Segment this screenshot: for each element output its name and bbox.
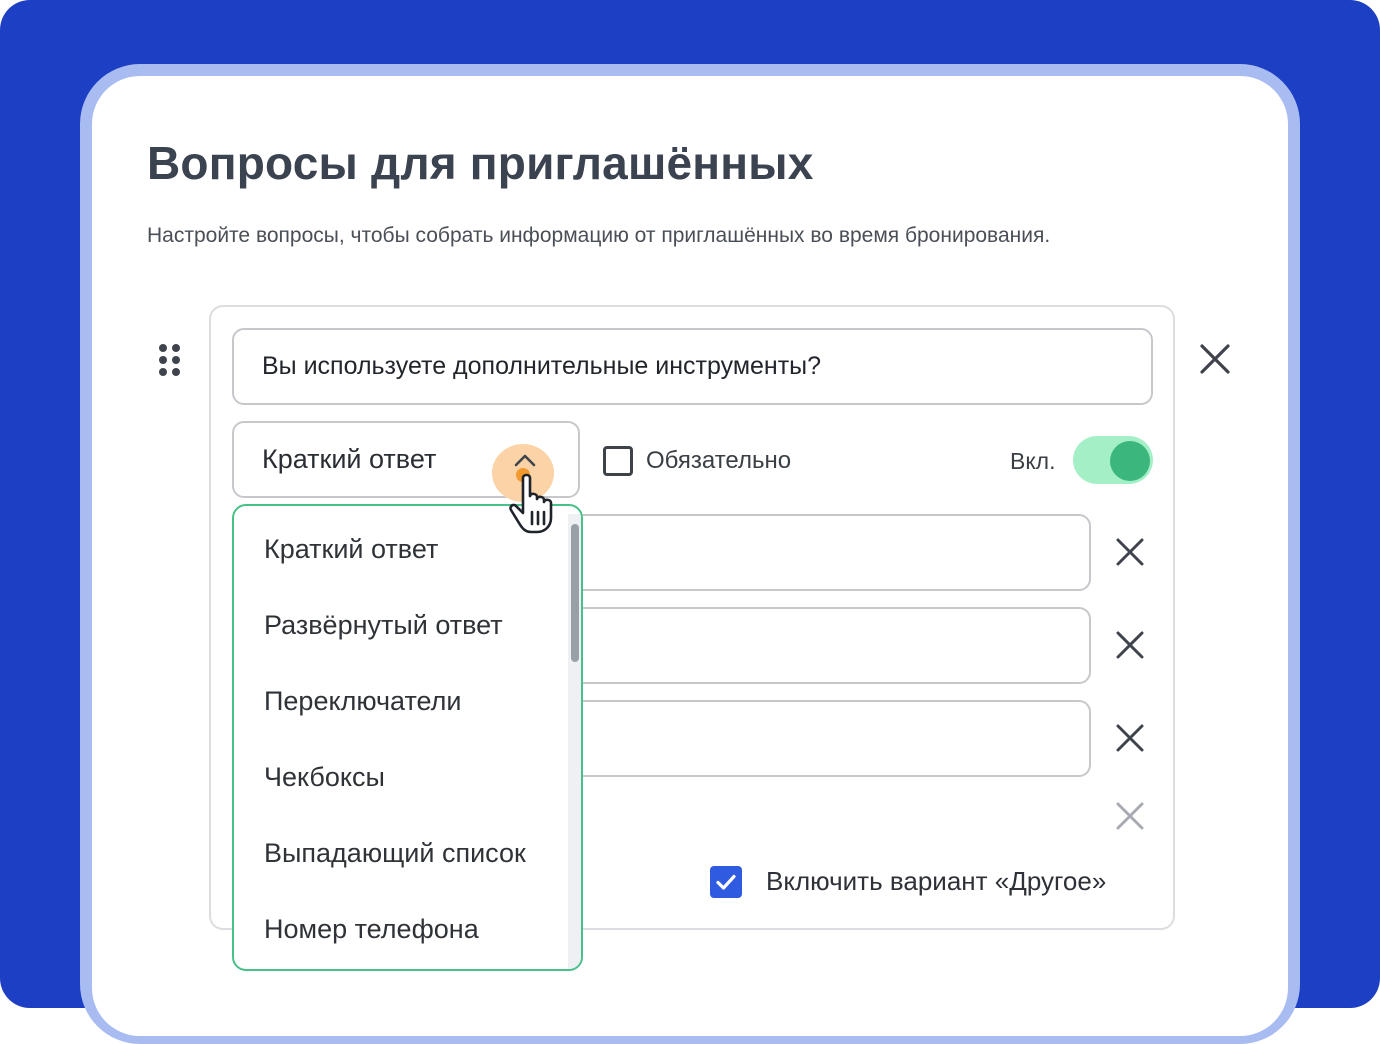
remove-option-3-close-icon[interactable] — [1115, 723, 1145, 753]
dropdown-scrollbar-thumb[interactable] — [571, 524, 579, 662]
page-title: Вопросы для приглашённых — [147, 137, 814, 189]
option-input-2[interactable] — [560, 607, 1091, 684]
dropdown-item[interactable]: Переключатели — [264, 686, 462, 717]
include-other-label: Включить вариант «Другое» — [766, 866, 1107, 896]
required-label: Обязательно — [646, 447, 792, 474]
option-input-1[interactable] — [560, 514, 1091, 591]
chevron-up-icon[interactable] — [513, 452, 537, 468]
checkmark-icon — [716, 874, 736, 890]
dropdown-item[interactable]: Выпадающий список — [264, 838, 526, 869]
dropdown-item[interactable]: Развёрнутый ответ — [264, 610, 503, 641]
remove-option-disabled-close-icon[interactable] — [1115, 801, 1145, 831]
option-input-3[interactable] — [560, 700, 1091, 777]
toggle-knob — [1110, 441, 1150, 481]
remove-option-1-close-icon[interactable] — [1115, 537, 1145, 567]
drag-handle-icon[interactable] — [158, 343, 182, 377]
dropdown-item[interactable]: Чекбоксы — [264, 762, 385, 793]
answer-type-dropdown: Краткий ответ Развёрнутый ответ Переключ… — [232, 504, 583, 971]
answer-type-selected-label: Краткий ответ — [262, 444, 437, 474]
page-subtitle: Настройте вопросы, чтобы собрать информа… — [147, 224, 1051, 247]
delete-question-close-icon[interactable] — [1198, 342, 1232, 376]
dropdown-item[interactable]: Номер телефона — [264, 914, 479, 945]
dropdown-item[interactable]: Краткий ответ — [264, 534, 438, 565]
remove-option-2-close-icon[interactable] — [1115, 630, 1145, 660]
required-checkbox[interactable] — [603, 446, 633, 476]
hand-pointer-icon — [509, 473, 553, 534]
toggle-label: Вкл. — [1010, 448, 1056, 474]
question-text-input[interactable]: Вы используете дополнительные инструмент… — [232, 328, 1153, 405]
include-other-checkbox[interactable] — [710, 866, 742, 898]
